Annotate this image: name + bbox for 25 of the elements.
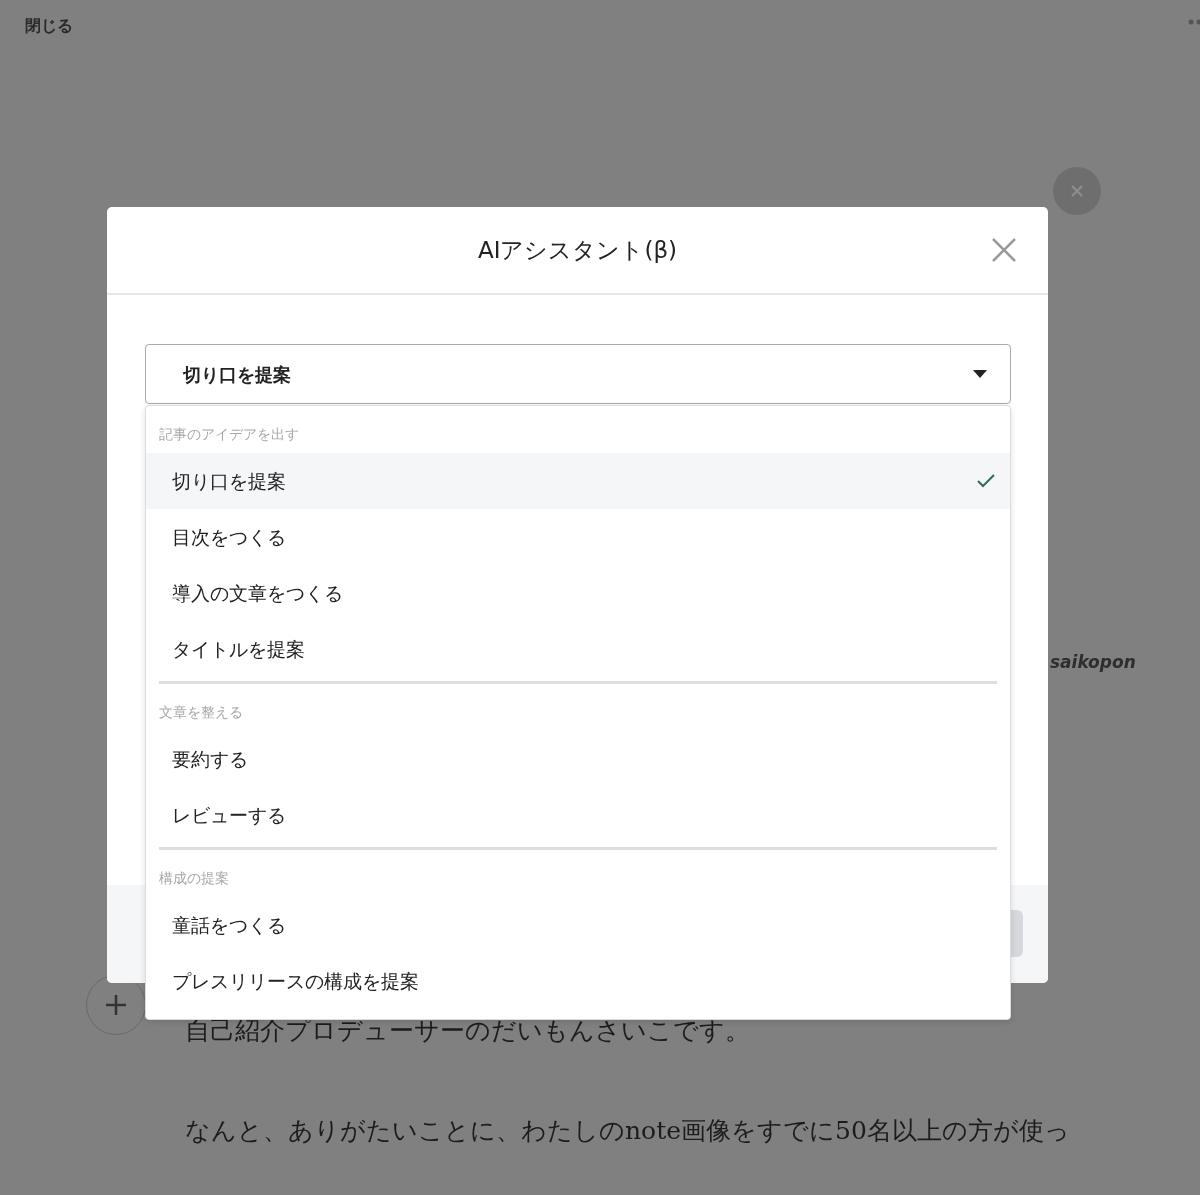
menu-item[interactable]: 童話をつくる: [146, 897, 1010, 953]
menu-item[interactable]: レビューする: [146, 787, 1010, 843]
menu-item[interactable]: 要約する: [146, 731, 1010, 787]
close-button[interactable]: [990, 236, 1018, 264]
group-heading: 記事のアイデアを出す: [158, 425, 300, 444]
close-button[interactable]: [1053, 167, 1101, 215]
more-icon[interactable]: [1188, 18, 1200, 26]
group-heading: 文章を整える: [158, 703, 244, 722]
author-name: saikopon: [1050, 651, 1136, 674]
menu-item[interactable]: タイトルを提案: [146, 621, 1010, 677]
group-heading: 構成の提案: [158, 869, 230, 888]
article-paragraph: なんと、ありがたいことに、わたしのnote画像をすでに50名以上の方が使っ: [185, 1114, 1071, 1147]
check-icon: [976, 473, 996, 489]
menu-item[interactable]: 目次をつくる: [146, 509, 1010, 565]
select-field[interactable]: 切り口を提案: [145, 344, 1011, 404]
menu-item[interactable]: 導入の文章をつくる: [146, 565, 1010, 621]
menu-item[interactable]: 切り口を提案: [146, 453, 1010, 509]
close-icon: [1070, 184, 1084, 198]
menu-item[interactable]: プレスリリースの構成を提案: [146, 953, 1010, 1009]
caret-icon: [972, 369, 988, 379]
close-button[interactable]: 閉じる: [25, 14, 73, 38]
modal-title: AIアシスタント(β): [477, 235, 678, 265]
article-paragraph: 自己紹介プロデューサーのだいもんさいこです。: [185, 1015, 751, 1047]
plus-icon: [105, 994, 127, 1016]
close-icon: [990, 236, 1018, 264]
